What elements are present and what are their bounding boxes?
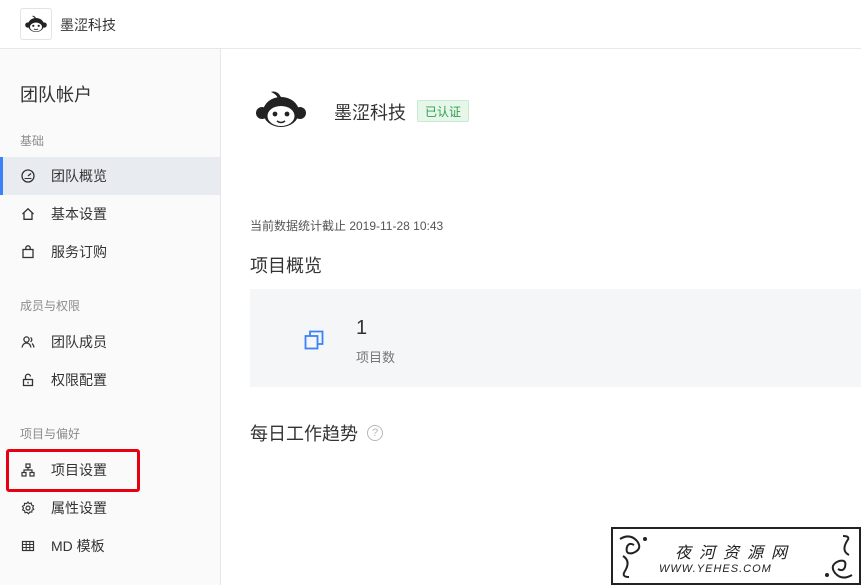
- sidebar-item-label: 服务订购: [51, 244, 107, 260]
- sidebar-item-md-template[interactable]: MD 模板: [0, 527, 220, 565]
- brand-name: 墨涩科技: [60, 17, 116, 33]
- unlock-icon: [20, 372, 36, 388]
- members-icon: [20, 334, 36, 350]
- monkey-logo-icon: [256, 91, 306, 127]
- sidebar-item-team-members[interactable]: 团队成员: [0, 323, 220, 361]
- stat-timestamp: 当前数据统计截止 2019-11-28 10:43: [250, 219, 444, 233]
- brand-logo[interactable]: [20, 8, 52, 40]
- top-bar: 墨涩科技: [0, 0, 861, 49]
- trend-title: 每日工作趋势: [250, 424, 358, 444]
- ornament-icon: [619, 535, 647, 578]
- table-icon: [20, 538, 36, 554]
- verified-badge: 已认证: [417, 100, 470, 122]
- shopping-bag-icon: [20, 244, 36, 260]
- gear-icon: [20, 500, 36, 516]
- project-count: 1: [356, 317, 368, 339]
- watermark: 夜河资源网 WWW.YEHES.COM: [611, 527, 861, 585]
- sidebar-item-label: 权限配置: [51, 372, 107, 388]
- home-icon: [20, 206, 36, 222]
- overview-title: 项目概览: [250, 256, 322, 276]
- sidebar-item-team-overview[interactable]: 团队概览: [0, 157, 220, 195]
- project-count-label: 项目数: [356, 350, 396, 365]
- sidebar: 团队帐户 基础 团队概览 基本设置 服务订购 成员与权限 团队成员 权限配置 项…: [0, 49, 221, 585]
- watermark-text: 夜河资源网: [675, 543, 796, 562]
- group-label-basic: 基础: [20, 134, 45, 148]
- copy-icon: [304, 330, 324, 355]
- sidebar-item-label: 项目设置: [51, 462, 107, 478]
- sidebar-title: 团队帐户: [20, 85, 92, 105]
- watermark-url: WWW.YEHES.COM: [659, 563, 772, 575]
- sidebar-item-label: 属性设置: [51, 500, 107, 516]
- group-label-projects: 项目与偏好: [20, 427, 81, 441]
- sidebar-item-permission-config[interactable]: 权限配置: [0, 361, 220, 399]
- sitemap-icon: [20, 462, 36, 478]
- sidebar-item-property-settings[interactable]: 属性设置: [0, 489, 220, 527]
- ornament-icon: [825, 535, 853, 579]
- sidebar-item-label: 基本设置: [51, 206, 107, 222]
- sidebar-item-label: 团队成员: [51, 334, 107, 350]
- sidebar-item-basic-settings[interactable]: 基本设置: [0, 195, 220, 233]
- sidebar-item-label: 团队概览: [51, 168, 107, 184]
- team-avatar: [256, 89, 306, 136]
- help-icon[interactable]: ?: [367, 425, 383, 441]
- dashboard-icon: [20, 168, 36, 184]
- team-name: 墨涩科技: [334, 103, 406, 123]
- sidebar-item-label: MD 模板: [51, 538, 105, 554]
- main-content: 墨涩科技 已认证 当前数据统计截止 2019-11-28 10:43 项目概览 …: [221, 49, 861, 585]
- monkey-logo-icon: [25, 15, 47, 32]
- project-overview-card: 1 项目数: [250, 289, 861, 387]
- group-label-members: 成员与权限: [20, 299, 81, 313]
- sidebar-item-project-settings[interactable]: 项目设置: [0, 451, 220, 489]
- sidebar-item-service-subscription[interactable]: 服务订购: [0, 233, 220, 271]
